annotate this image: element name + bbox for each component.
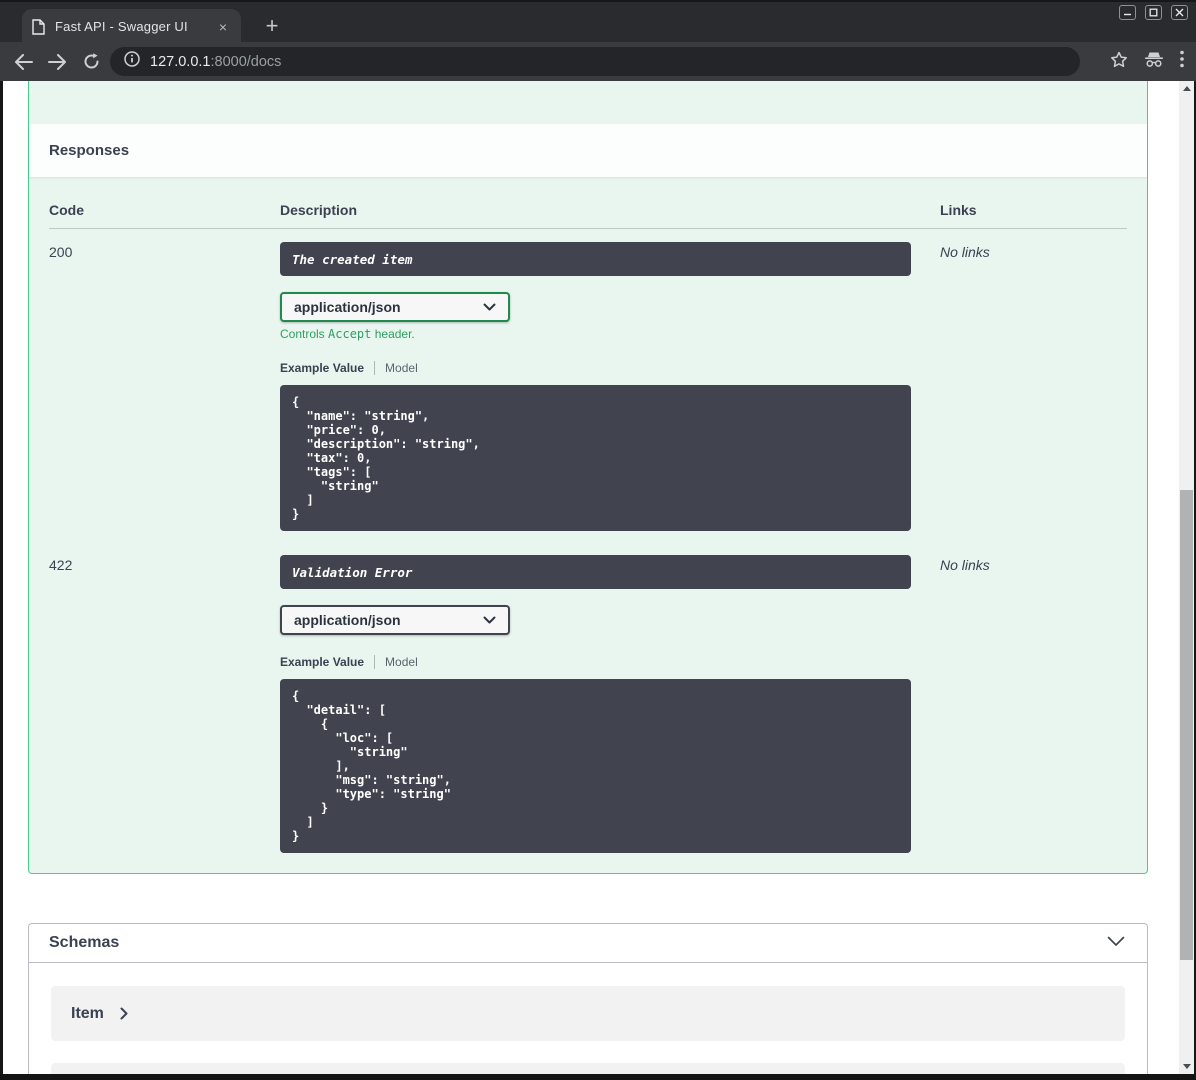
media-type-value: application/json xyxy=(294,612,401,628)
address-bar[interactable]: 127.0.0.1:8000/docs xyxy=(110,47,1080,76)
column-links: Links xyxy=(940,202,977,218)
schema-item[interactable]: ValidationError xyxy=(51,1063,1125,1074)
chevron-down-icon[interactable] xyxy=(1107,934,1125,952)
new-tab-button[interactable]: + xyxy=(259,14,285,40)
example-json-block: { "name": "string", "price": 0, "descrip… xyxy=(280,385,911,531)
schema-item[interactable]: Item xyxy=(51,986,1125,1041)
incognito-icon[interactable] xyxy=(1144,51,1164,73)
example-json-code: { "name": "string", "price": 0, "descrip… xyxy=(292,395,480,521)
tab-example-value[interactable]: Example Value xyxy=(280,361,364,375)
chevron-right-icon xyxy=(120,1007,128,1020)
operation-block: Responses Code Description Links 200 The… xyxy=(28,81,1148,874)
scrollbar-thumb[interactable] xyxy=(1180,490,1193,960)
scrollbar-down-arrow[interactable] xyxy=(1179,1059,1194,1074)
browser-toolbar: 127.0.0.1:8000/docs xyxy=(0,42,1196,81)
tab-divider xyxy=(374,361,376,375)
kebab-menu-icon[interactable] xyxy=(1180,50,1184,73)
minimize-button[interactable] xyxy=(1119,5,1136,20)
tab-close-icon[interactable]: × xyxy=(213,17,233,37)
window-controls xyxy=(1119,5,1188,20)
browser-titlebar: Fast API - Swagger UI × + xyxy=(0,0,1196,44)
response-links: No links xyxy=(940,557,990,573)
media-type-select[interactable]: application/json xyxy=(280,605,510,635)
schemas-title: Schemas xyxy=(49,934,120,951)
operation-body-spacer xyxy=(29,81,1147,124)
schema-name: Item xyxy=(71,1004,104,1022)
column-description: Description xyxy=(280,202,358,218)
example-json-block: { "detail": [ { "loc": [ "string" ], "ms… xyxy=(280,679,911,853)
example-json-code: { "detail": [ { "loc": [ "string" ], "ms… xyxy=(292,689,451,843)
tab-example-value[interactable]: Example Value xyxy=(280,655,364,669)
tab-divider xyxy=(374,655,376,669)
chevron-down-icon xyxy=(483,298,496,316)
schemas-section: Schemas Item ValidationError xyxy=(28,923,1148,1074)
response-row-200: 200 The created item application/json Co… xyxy=(49,229,1127,531)
response-links: No links xyxy=(940,244,990,260)
tab-title: Fast API - Swagger UI xyxy=(55,19,188,34)
maximize-button[interactable] xyxy=(1145,5,1162,20)
reload-icon[interactable] xyxy=(74,47,108,77)
back-arrow-icon[interactable] xyxy=(6,47,40,77)
response-code: 200 xyxy=(49,244,73,260)
responses-title: Responses xyxy=(49,142,130,159)
schemas-header[interactable]: Schemas xyxy=(29,924,1147,963)
close-button[interactable] xyxy=(1171,5,1188,20)
info-circle-icon[interactable] xyxy=(124,51,140,72)
document-favicon-icon xyxy=(32,18,45,35)
url-text[interactable]: 127.0.0.1:8000/docs xyxy=(150,54,281,70)
responses-table-header: Code Description Links xyxy=(49,202,1127,229)
response-row-422: 422 Validation Error application/json Ex… xyxy=(49,542,1127,853)
responses-section-header: Responses xyxy=(29,124,1147,177)
response-description-box: Validation Error xyxy=(280,555,911,589)
scrollbar-up-arrow[interactable] xyxy=(1179,81,1194,96)
response-code: 422 xyxy=(49,557,73,573)
media-type-select[interactable]: application/json xyxy=(280,292,510,322)
swagger-page: Responses Code Description Links 200 The… xyxy=(3,81,1179,1074)
controls-accept-note: Controls Accept header. xyxy=(280,327,415,341)
chevron-down-icon xyxy=(483,611,496,629)
page-scrollbar[interactable] xyxy=(1179,81,1194,1074)
window-bottom-frame xyxy=(0,1074,1196,1080)
bookmark-star-icon[interactable] xyxy=(1110,51,1128,73)
forward-arrow-icon[interactable] xyxy=(40,47,74,77)
browser-tab[interactable]: Fast API - Swagger UI × xyxy=(22,9,241,44)
column-code: Code xyxy=(49,202,84,218)
url-host: 127.0.0.1 xyxy=(150,53,211,70)
url-path: :8000/docs xyxy=(210,53,282,70)
media-type-value: application/json xyxy=(294,299,401,315)
tab-model[interactable]: Model xyxy=(385,655,418,669)
scrollbar-track[interactable] xyxy=(1179,96,1194,1059)
tab-model[interactable]: Model xyxy=(385,361,418,375)
response-description-box: The created item xyxy=(280,242,911,276)
